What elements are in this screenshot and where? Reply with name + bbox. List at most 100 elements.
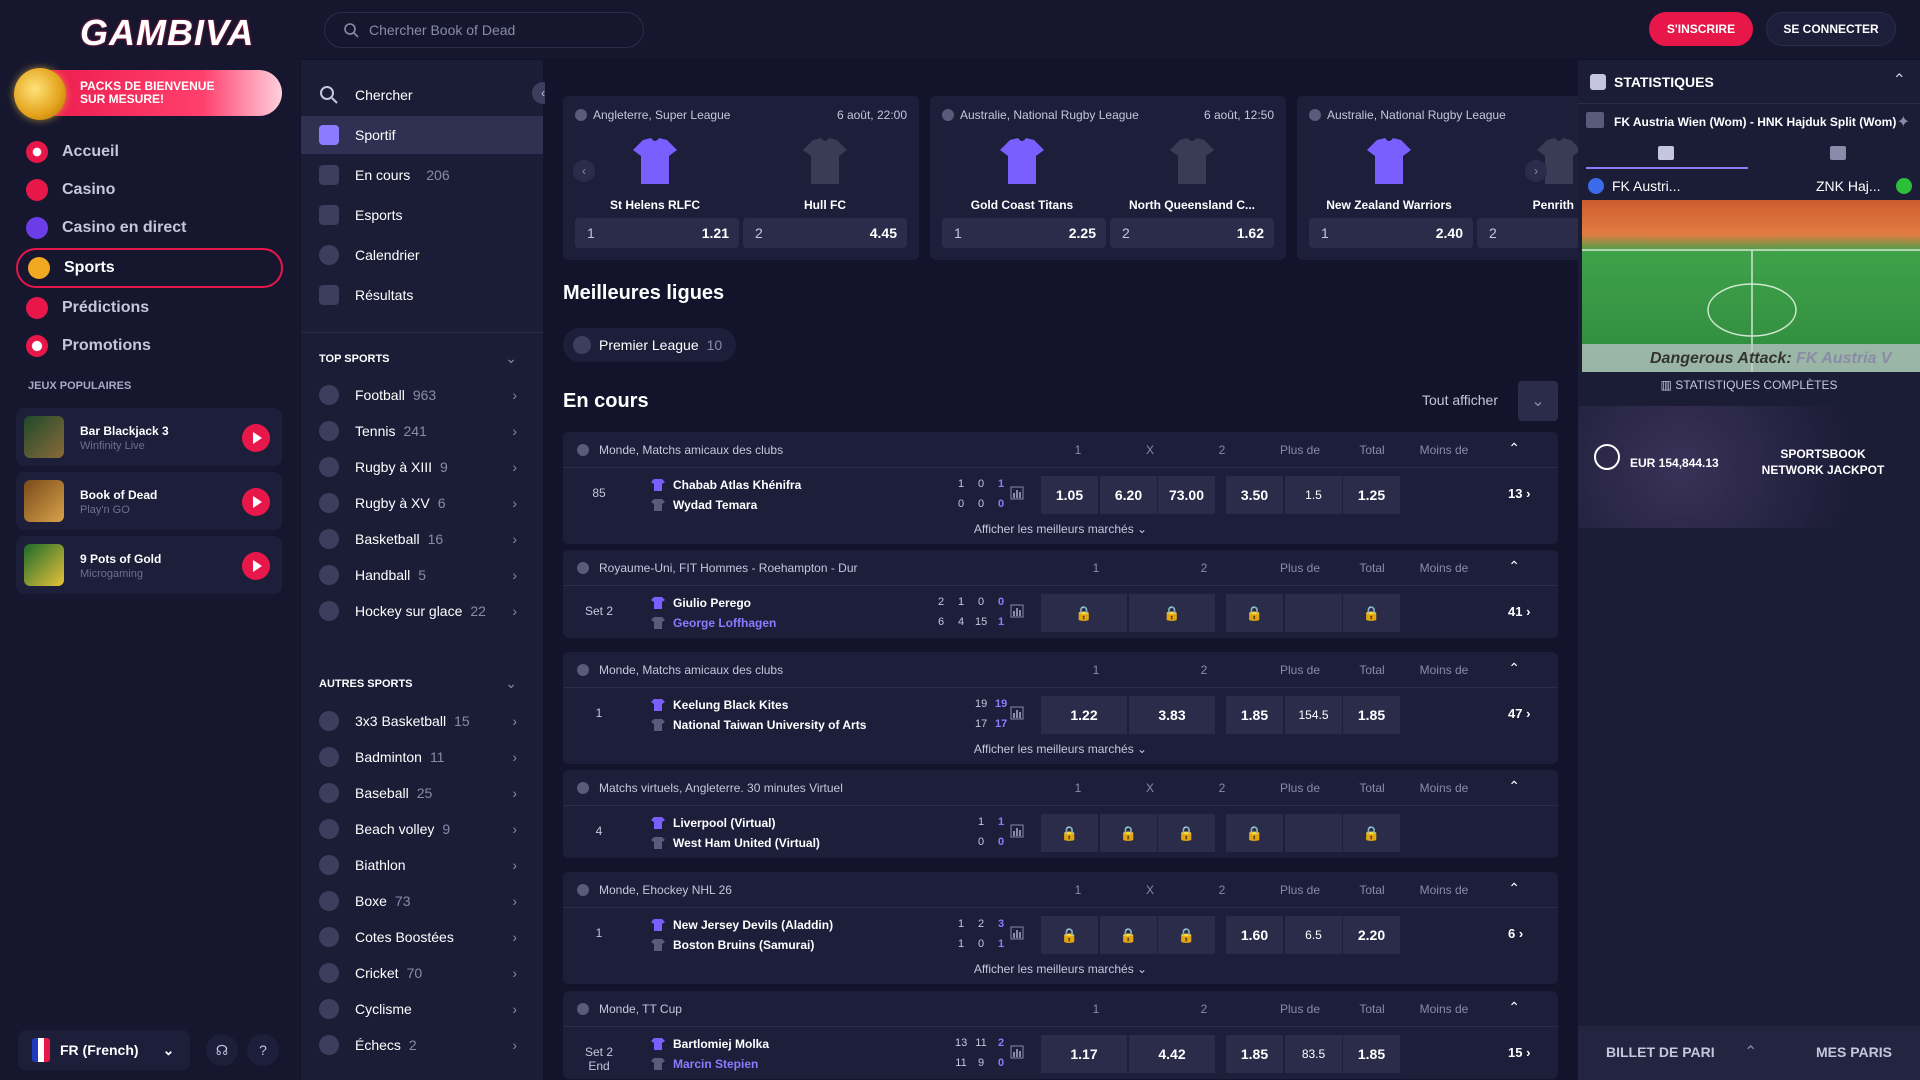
over-under-button[interactable]: 6.5	[1285, 916, 1342, 954]
sport-row[interactable]: Échecs 2 ›	[301, 1027, 543, 1063]
pin-icon[interactable]: ✦	[1897, 112, 1910, 132]
signup-button[interactable]: S'INSCRIRE	[1649, 12, 1753, 46]
support-headset-icon[interactable]: ☊	[206, 1034, 238, 1066]
game-card[interactable]: Bar Blackjack 3 Winfinity Live	[16, 408, 282, 466]
statistics-header[interactable]: STATISTIQUES ⌃	[1578, 60, 1920, 104]
odds-button[interactable]: 4.42	[1129, 1035, 1215, 1073]
match-row[interactable]: 85 Chabab Atlas Khénifra Wydad Temara 1 0 0 0 1…	[563, 468, 1558, 520]
chart-icon[interactable]	[1010, 824, 1024, 838]
lock-icon[interactable]: 🔒	[1158, 814, 1215, 852]
over-under-button[interactable]: 154.5	[1285, 696, 1342, 734]
sport-row[interactable]: Rugby à XV 6 ›	[301, 485, 543, 521]
league-header[interactable]: Monde, Ehockey NHL 26 1 X 2 Plus de Total Moin…	[563, 872, 1558, 908]
more-markets-link[interactable]: 41 ›	[1508, 604, 1530, 619]
over-under-button[interactable]	[1285, 594, 1342, 632]
sport-row[interactable]: Cricket 70 ›	[301, 955, 543, 991]
search-input[interactable]: Chercher Book of Dead	[324, 12, 644, 48]
more-markets-link[interactable]: 47 ›	[1508, 706, 1530, 721]
over-under-button[interactable]: 3.50	[1226, 476, 1283, 514]
chevron-up-icon[interactable]: ⌃	[1508, 999, 1520, 1016]
league-header[interactable]: Matchs virtuels, Angleterre. 30 minutes …	[563, 770, 1558, 806]
odds-button[interactable]: 2 1.62	[1110, 218, 1274, 248]
sport-row[interactable]: Handball 5 ›	[301, 557, 543, 593]
chevron-up-icon[interactable]: ⌃	[1744, 1042, 1757, 1062]
lock-icon[interactable]: 🔒	[1129, 594, 1215, 632]
odds-button[interactable]: 1 2.40	[1309, 218, 1473, 248]
league-chip-premier-league[interactable]: Premier League 10	[563, 328, 737, 362]
sports-menu-sportif[interactable]: Sportif	[301, 116, 543, 154]
over-under-button[interactable]: 1.60	[1226, 916, 1283, 954]
help-icon[interactable]: ?	[247, 1034, 279, 1066]
sports-menu-results[interactable]: Résultats	[301, 276, 543, 314]
show-best-markets-link[interactable]: Afficher les meilleurs marchés ⌄	[563, 522, 1558, 536]
sport-row[interactable]: Cotes Boostées ›	[301, 919, 543, 955]
sport-row[interactable]: Football 963 ›	[301, 377, 543, 413]
betslip-tab[interactable]: BILLET DE PARI	[1606, 1044, 1715, 1060]
more-markets-link[interactable]: 6 ›	[1508, 926, 1523, 941]
sport-row[interactable]: Beach volley 9 ›	[301, 811, 543, 847]
more-markets-link[interactable]: 15 ›	[1508, 1045, 1530, 1060]
match-row[interactable]: Set 2 Giulio Perego George Loffhagen 2 6 1 4 0 1…	[563, 586, 1558, 638]
game-card[interactable]: 9 Pots of Gold Microgaming	[16, 536, 282, 594]
brand-logo[interactable]: GAMBIVA	[80, 12, 254, 54]
over-under-button[interactable]: 1.85	[1343, 1035, 1400, 1073]
over-under-button[interactable]: 1.85	[1226, 1035, 1283, 1073]
stats-tab-icon[interactable]	[1830, 146, 1846, 160]
match-row[interactable]: 4 Liverpool (Virtual) West Ham United (Vir…	[563, 806, 1558, 858]
lock-icon[interactable]: 🔒	[1343, 814, 1400, 852]
over-under-button[interactable]: 2.20	[1343, 916, 1400, 954]
nav-item-casino[interactable]: Casino	[26, 175, 115, 205]
league-header[interactable]: Royaume-Uni, FIT Hommes - Roehampton - D…	[563, 550, 1558, 586]
play-icon[interactable]	[242, 552, 270, 580]
odds-button[interactable]: 1.05	[1041, 476, 1098, 514]
chart-icon[interactable]	[1010, 1045, 1024, 1059]
play-icon[interactable]	[242, 424, 270, 452]
lock-icon[interactable]: 🔒	[1100, 814, 1157, 852]
chevron-up-icon[interactable]: ⌃	[1508, 440, 1520, 457]
chart-icon[interactable]	[1010, 706, 1024, 720]
sport-row[interactable]: Cyclisme ›	[301, 991, 543, 1027]
chevron-up-icon[interactable]: ⌃	[1508, 558, 1520, 575]
lock-icon[interactable]: 🔒	[1041, 916, 1098, 954]
full-stats-link[interactable]: ▥ STATISTIQUES COMPLÈTES	[1578, 378, 1920, 392]
odds-button[interactable]: 6.20	[1100, 476, 1157, 514]
match-row[interactable]: Set 2 End Bartlomiej Molka Marcin Stepien 1…	[563, 1027, 1558, 1079]
chart-icon[interactable]	[1010, 604, 1024, 618]
match-row[interactable]: 1 Keelung Black Kites National Taiwan Univ…	[563, 688, 1558, 740]
lock-icon[interactable]: 🔒	[1158, 916, 1215, 954]
chevron-down-icon[interactable]: ⌄	[505, 350, 517, 367]
odds-button[interactable]: 1 1.21	[575, 218, 739, 248]
sport-row[interactable]: 3x3 Basketball 15 ›	[301, 703, 543, 739]
carousel-next-icon[interactable]: ›	[1525, 160, 1547, 182]
login-button[interactable]: SE CONNECTER	[1766, 12, 1896, 46]
odds-button[interactable]: 73.00	[1158, 476, 1215, 514]
language-selector[interactable]: FR (French) ⌄	[18, 1030, 190, 1070]
over-under-button[interactable]: 1.25	[1343, 476, 1400, 514]
more-markets-link[interactable]: 13 ›	[1508, 486, 1530, 501]
over-under-button[interactable]: 83.5	[1285, 1035, 1342, 1073]
sports-menu-esports[interactable]: Esports	[301, 196, 543, 234]
sport-row[interactable]: Biathlon ›	[301, 847, 543, 883]
lock-icon[interactable]: 🔒	[1226, 594, 1283, 632]
odds-button[interactable]: 1.17	[1041, 1035, 1127, 1073]
lock-icon[interactable]: 🔒	[1041, 594, 1127, 632]
odds-button[interactable]: 1 2.25	[942, 218, 1106, 248]
sport-row[interactable]: Badminton 11 ›	[301, 739, 543, 775]
lock-icon[interactable]: 🔒	[1041, 814, 1098, 852]
sports-menu-live[interactable]: En cours 206	[301, 156, 543, 194]
my-bets-tab[interactable]: MES PARIS	[1816, 1044, 1892, 1060]
league-header[interactable]: Monde, TT Cup 1 2 Plus de Total Moins de ⌃	[563, 991, 1558, 1027]
sport-row[interactable]: Baseball 25 ›	[301, 775, 543, 811]
chevron-up-icon[interactable]: ⌃	[1893, 70, 1906, 90]
sport-row[interactable]: Tennis 241 ›	[301, 413, 543, 449]
match-row[interactable]: 1 New Jersey Devils (Aladdin) Boston Bruin…	[563, 908, 1558, 960]
jackpot-banner[interactable]: EUR 154,844.13 SPORTSBOOK NETWORK JACKPO…	[1578, 406, 1920, 528]
show-best-markets-link[interactable]: Afficher les meilleurs marchés ⌄	[563, 962, 1558, 976]
nav-item-sports[interactable]: Sports	[16, 248, 283, 288]
live-tab-icon[interactable]	[1658, 146, 1674, 160]
chevron-down-icon[interactable]: ⌄	[505, 675, 517, 692]
chart-icon[interactable]	[1010, 486, 1024, 500]
odds-button[interactable]: 3.83	[1129, 696, 1215, 734]
sport-row[interactable]: Rugby à XIII 9 ›	[301, 449, 543, 485]
over-under-button[interactable]: 1.5	[1285, 476, 1342, 514]
